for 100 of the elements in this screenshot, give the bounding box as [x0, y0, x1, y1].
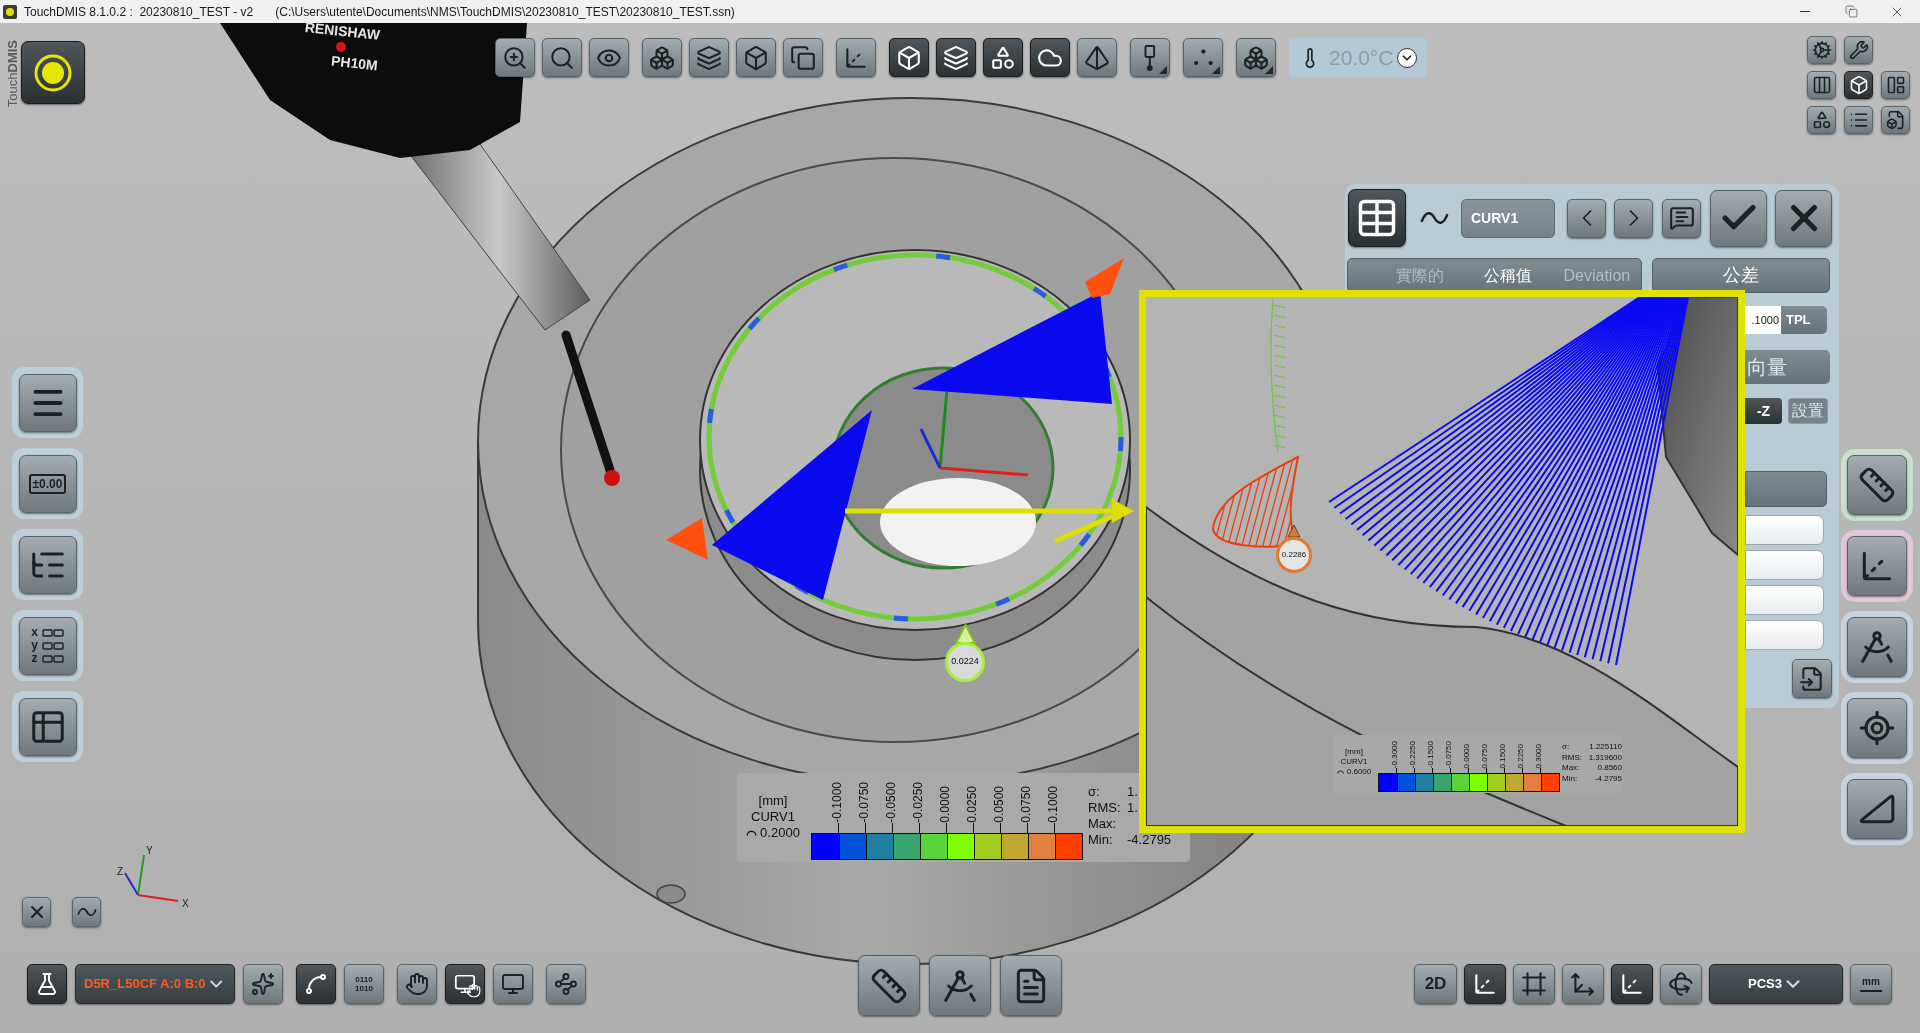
stat-label: RMS: [1088, 800, 1122, 816]
input-field[interactable] [1745, 585, 1824, 615]
toolbar-button[interactable] [445, 964, 485, 1004]
sparkle-icon [251, 972, 275, 996]
toolbar-button[interactable] [1464, 964, 1506, 1004]
toolbar-button[interactable] [736, 38, 776, 77]
tick-label: 0.0250 [966, 786, 978, 823]
next-button[interactable] [1614, 198, 1653, 238]
arc-icon [746, 830, 758, 836]
toolbar-button[interactable] [936, 38, 976, 77]
tool-button[interactable] [1847, 779, 1907, 839]
tool-button[interactable] [858, 955, 920, 1016]
file-box-icon [1885, 110, 1906, 130]
dropdown[interactable]: D5R_L50CF A:0 B:0 [75, 964, 235, 1004]
view-tab[interactable]: Deviation [1552, 259, 1641, 292]
toolbar-button[interactable] [689, 38, 729, 77]
toolbar-button[interactable] [589, 38, 629, 77]
restore-icon [1844, 5, 1858, 18]
toolbar-button[interactable] [1130, 38, 1170, 77]
input-field[interactable] [1745, 515, 1824, 545]
toolbar-button[interactable] [296, 964, 336, 1004]
name-field[interactable]: CURV1 [1461, 198, 1555, 238]
tool-button[interactable] [1847, 617, 1907, 677]
vector-button[interactable]: 向量 [1745, 350, 1830, 384]
shapes-icon [990, 44, 1016, 71]
view-control-button[interactable] [72, 897, 101, 927]
toolbar-button[interactable] [889, 38, 929, 77]
tool-button[interactable] [1847, 455, 1907, 515]
tool-button[interactable] [1847, 536, 1907, 596]
sidebar-button[interactable] [18, 697, 77, 756]
toolbar-button[interactable] [1660, 964, 1702, 1004]
tolerance-field[interactable]: .1000 [1745, 306, 1781, 334]
view-button[interactable] [1807, 36, 1836, 64]
toolbar-button[interactable] [1513, 964, 1555, 1004]
view-tab[interactable]: 實際的 [1376, 259, 1465, 292]
direction-button[interactable]: -Z [1745, 398, 1782, 424]
stylus-tip [604, 470, 620, 486]
view-button[interactable] [1807, 71, 1836, 99]
unit-button[interactable]: mm [1850, 964, 1892, 1004]
comment-button[interactable] [1662, 198, 1701, 238]
tolerance-type-button[interactable]: TPL [1781, 306, 1827, 334]
layout-icon [1885, 75, 1906, 95]
sidebar-button[interactable] [18, 373, 77, 432]
toolbar-button[interactable] [1236, 38, 1276, 77]
sidebar-button[interactable] [18, 535, 77, 594]
sidebar-button[interactable]: x y z [18, 616, 77, 675]
dropdown[interactable]: PCS3 [1709, 964, 1843, 1004]
toolbar-button[interactable] [243, 964, 283, 1004]
view-button[interactable] [1844, 36, 1873, 64]
stat-value: 0.8560 [1596, 763, 1622, 774]
cube-icon [896, 44, 922, 71]
toolbar-button[interactable] [642, 38, 682, 77]
input-field[interactable] [1745, 550, 1824, 580]
toolbar-button[interactable]: 0110 1010 [344, 964, 384, 1004]
toolbar-button[interactable] [836, 38, 876, 77]
axes-icon [1570, 971, 1596, 997]
cancel-button[interactable] [1775, 189, 1832, 247]
tolerance-tab[interactable]: 公差 [1652, 258, 1830, 293]
view-tab[interactable]: 公稱值 [1464, 259, 1553, 292]
sidebar-button[interactable]: ±0.00 [18, 454, 77, 513]
tick-label: 0.0000 [939, 786, 951, 823]
probe-led [336, 42, 346, 52]
toolbar-button[interactable]: 2D [1414, 964, 1457, 1004]
toolbar-button[interactable] [542, 38, 582, 77]
tick-label: -0.3000 [1391, 740, 1399, 768]
legend-range: 0.2000 [760, 825, 800, 841]
tool-button[interactable] [1847, 698, 1907, 758]
table-button[interactable] [1348, 189, 1406, 247]
view-button[interactable] [1807, 106, 1836, 134]
toolbar-button[interactable] [983, 38, 1023, 77]
toolbar-button[interactable] [1183, 38, 1223, 77]
toolbar-button[interactable] [27, 964, 67, 1004]
probe-label: RENISHAW [304, 23, 381, 43]
toolbar-button[interactable] [783, 38, 823, 77]
toolbar-button[interactable] [1030, 38, 1070, 77]
view-button[interactable] [1844, 71, 1873, 99]
toolbar-button[interactable] [397, 964, 437, 1004]
deviation-tip [666, 518, 708, 560]
view-button[interactable] [1844, 106, 1873, 134]
input-field[interactable] [1745, 620, 1824, 650]
tick-label: -0.0250 [912, 782, 924, 823]
toolbar-button[interactable] [1562, 964, 1604, 1004]
import-button[interactable] [1792, 659, 1832, 698]
toolbar-button[interactable] [1611, 964, 1653, 1004]
tool-button[interactable] [929, 955, 991, 1016]
previous-button[interactable] [1567, 198, 1606, 238]
tick-label: 0.2250 [1517, 743, 1525, 768]
status-button[interactable] [21, 41, 85, 104]
cube-icon [743, 44, 769, 71]
toolbar-button[interactable] [493, 964, 533, 1004]
toolbar-button[interactable] [546, 964, 586, 1004]
view-button[interactable] [1881, 71, 1910, 99]
view-control-button[interactable] [22, 897, 51, 927]
toolbar-button[interactable] [1077, 38, 1117, 77]
tick-label: -0.0500 [885, 782, 897, 823]
toolbar-button[interactable] [495, 38, 535, 77]
confirm-button[interactable] [1710, 189, 1767, 247]
view-button[interactable] [1881, 106, 1910, 134]
tool-button[interactable] [1000, 955, 1062, 1016]
ruler-icon [870, 966, 908, 1005]
